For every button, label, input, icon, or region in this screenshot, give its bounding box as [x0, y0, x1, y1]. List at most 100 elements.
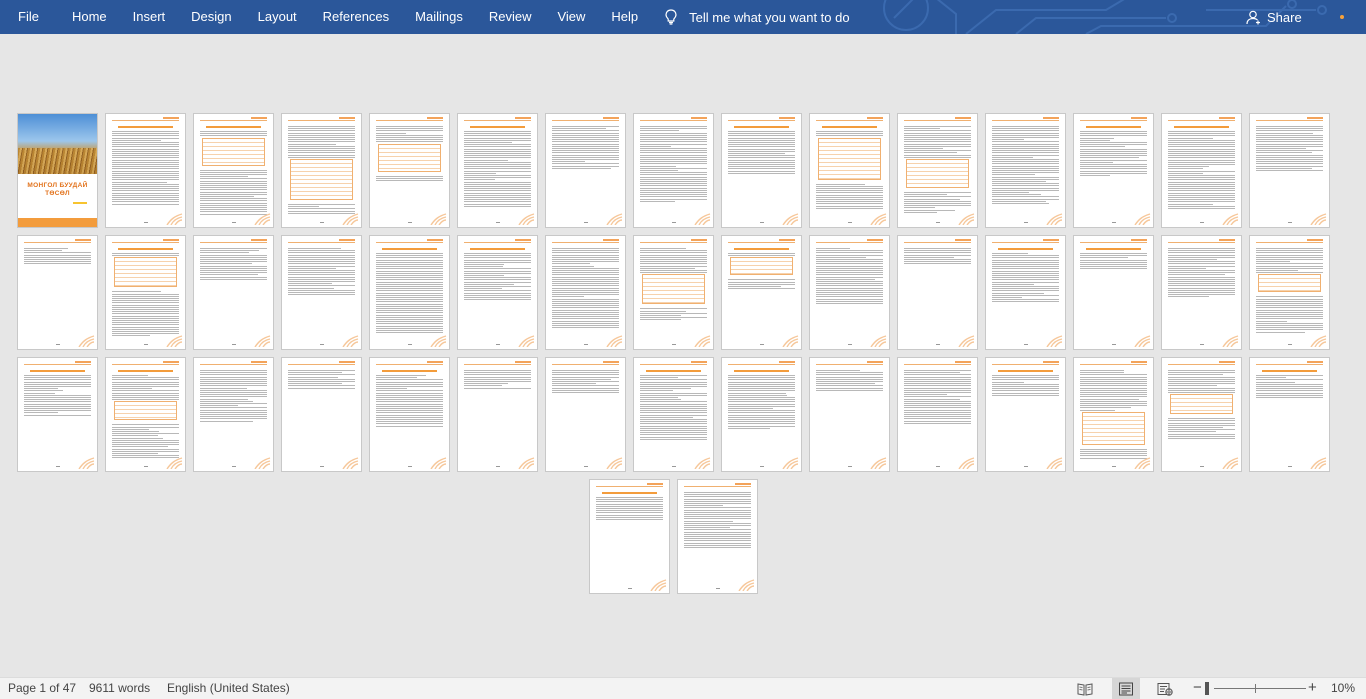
text-line: [1168, 177, 1235, 179]
text-line: [816, 199, 883, 200]
tab-insert[interactable]: Insert: [120, 0, 179, 34]
page-thumbnail[interactable]: [457, 357, 538, 472]
page-thumbnail[interactable]: [369, 235, 450, 350]
page-number-mark: [1200, 344, 1204, 345]
word-count[interactable]: 9611 words: [89, 681, 150, 695]
tab-home[interactable]: Home: [59, 0, 120, 34]
text-line: [112, 377, 179, 379]
tab-file[interactable]: File: [0, 0, 59, 34]
page-thumbnail[interactable]: [17, 357, 98, 472]
page-thumbnail[interactable]: [1249, 235, 1330, 350]
text-line: [376, 377, 417, 379]
page-thumbnail[interactable]: [1249, 113, 1330, 228]
page-number-mark: [584, 222, 588, 223]
tab-design[interactable]: Design: [178, 0, 244, 34]
page-thumbnail[interactable]: [545, 357, 626, 472]
page-thumbnail[interactable]: [1161, 357, 1242, 472]
page-thumbnail[interactable]: [105, 113, 186, 228]
page-thumbnail[interactable]: [721, 357, 802, 472]
page-thumbnail[interactable]: [633, 113, 714, 228]
page-thumbnail[interactable]: [545, 113, 626, 228]
text-line: [640, 434, 707, 436]
tab-review[interactable]: Review: [476, 0, 545, 34]
zoom-level[interactable]: 10%: [1331, 681, 1355, 695]
page-thumbnail[interactable]: [897, 235, 978, 350]
tab-help[interactable]: Help: [598, 0, 651, 34]
page-thumbnail[interactable]: [897, 113, 978, 228]
page-thumbnail-cover[interactable]: МОНГОЛ БУУДАЙ ТӨСӨЛ: [17, 113, 98, 228]
text-line: [112, 291, 161, 293]
tab-references[interactable]: References: [310, 0, 402, 34]
page-thumbnail[interactable]: [105, 235, 186, 350]
web-layout-icon[interactable]: [1157, 682, 1173, 696]
page-thumbnail[interactable]: [897, 357, 978, 472]
text-line: [640, 308, 707, 310]
text-line: [1256, 397, 1323, 398]
text-line: [112, 381, 179, 383]
page-thumbnail[interactable]: [633, 357, 714, 472]
page-thumbnail[interactable]: [677, 479, 758, 594]
print-layout-icon[interactable]: [1118, 682, 1134, 696]
page-thumbnail[interactable]: [1161, 235, 1242, 350]
page-thumbnail[interactable]: [281, 113, 362, 228]
page-thumbnail[interactable]: [985, 235, 1066, 350]
page-thumbnail[interactable]: [633, 235, 714, 350]
page-thumbnail[interactable]: [457, 235, 538, 350]
text-line: [24, 390, 63, 392]
page-thumbnail[interactable]: [369, 113, 450, 228]
page-thumbnail[interactable]: [589, 479, 670, 594]
page-thumbnail[interactable]: [1161, 113, 1242, 228]
text-line: [112, 313, 179, 315]
page-thumbnail[interactable]: [1073, 235, 1154, 350]
tab-mailings[interactable]: Mailings: [402, 0, 476, 34]
page-thumbnail[interactable]: [1073, 113, 1154, 228]
text-line: [728, 383, 795, 385]
document-canvas[interactable]: МОНГОЛ БУУДАЙ ТӨСӨЛ: [0, 34, 1366, 677]
text-line: [684, 507, 751, 509]
page-counter[interactable]: Page 1 of 47: [8, 681, 76, 695]
page-thumbnail[interactable]: [809, 357, 890, 472]
text-line: [552, 381, 619, 382]
page-thumbnail[interactable]: [1073, 357, 1154, 472]
zoom-in-button[interactable]: +: [1308, 679, 1317, 696]
page-thumbnail[interactable]: [809, 235, 890, 350]
page-thumbnail[interactable]: [105, 357, 186, 472]
read-mode-icon[interactable]: [1077, 682, 1093, 696]
page-thumbnail[interactable]: [369, 357, 450, 472]
text-line: [640, 161, 707, 163]
text-line: [1168, 272, 1235, 274]
tell-me-search[interactable]: Tell me what you want to do: [665, 0, 850, 34]
page-thumbnail[interactable]: [281, 235, 362, 350]
page-thumbnail[interactable]: [721, 235, 802, 350]
page-thumbnail[interactable]: [193, 113, 274, 228]
text-line: [288, 374, 355, 376]
page-thumbnail[interactable]: [985, 113, 1066, 228]
page-thumbnail[interactable]: [17, 235, 98, 350]
text-line: [992, 176, 1059, 178]
tab-view[interactable]: View: [544, 0, 598, 34]
page-thumbnail[interactable]: [1249, 357, 1330, 472]
zoom-slider-thumb[interactable]: [1205, 682, 1209, 695]
page-thumbnail[interactable]: [809, 113, 890, 228]
text-line: [1168, 387, 1235, 389]
text-line: [640, 423, 707, 425]
page-thumbnail[interactable]: [193, 357, 274, 472]
page-thumbnail[interactable]: [193, 235, 274, 350]
language-indicator[interactable]: English (United States): [167, 681, 290, 695]
page-header-rule: [288, 364, 355, 365]
heading-bar: [822, 126, 877, 128]
table-block: [642, 274, 705, 305]
heading-bar: [602, 492, 657, 494]
zoom-out-button[interactable]: −: [1193, 679, 1202, 696]
page-number-mark: [144, 222, 148, 223]
share-button[interactable]: Share: [1246, 0, 1302, 34]
page-thumbnail[interactable]: [985, 357, 1066, 472]
page-thumbnail[interactable]: [545, 235, 626, 350]
page-thumbnail[interactable]: [457, 113, 538, 228]
table-block: [1170, 394, 1233, 415]
zoom-slider-track[interactable]: [1214, 688, 1306, 689]
text-line: [992, 266, 1059, 268]
tab-layout[interactable]: Layout: [245, 0, 310, 34]
page-thumbnail[interactable]: [281, 357, 362, 472]
page-thumbnail[interactable]: [721, 113, 802, 228]
